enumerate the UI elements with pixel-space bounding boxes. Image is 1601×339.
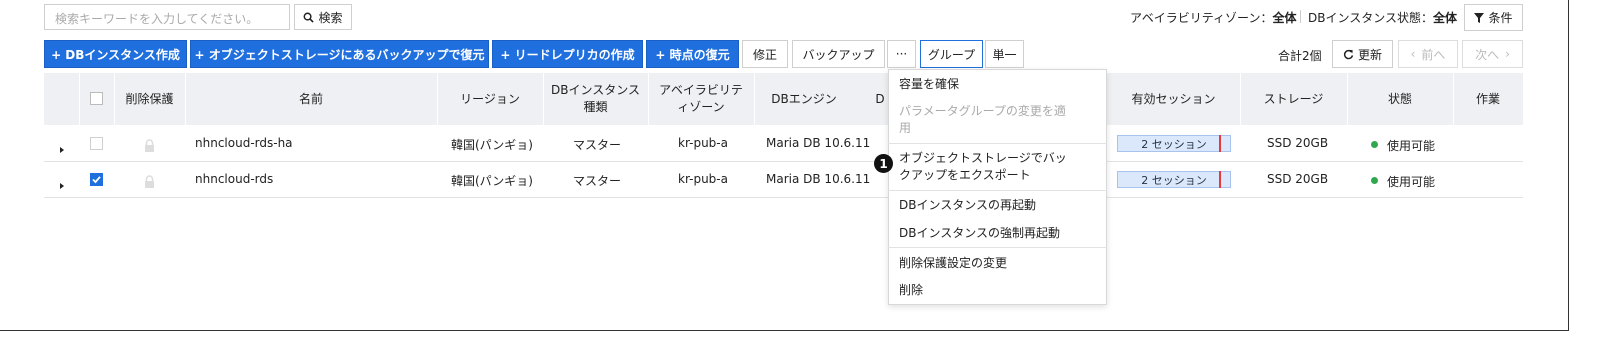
status-dot-icon bbox=[1371, 177, 1378, 184]
expand-row-icon[interactable] bbox=[58, 139, 66, 158]
menu-item-delete[interactable]: 削除 bbox=[899, 282, 923, 299]
search-button[interactable]: 検索 bbox=[294, 4, 352, 30]
menu-line: オブジェクトストレージでバッ bbox=[899, 151, 1067, 165]
prev-page-button[interactable]: ‹ 前へ bbox=[1398, 40, 1458, 68]
row-type: マスター bbox=[573, 174, 622, 188]
restore-from-storage-button[interactable]: + オブジェクトストレージにあるバックアップで復元 bbox=[190, 40, 489, 68]
filter-divider bbox=[1300, 10, 1301, 23]
lock-icon bbox=[144, 137, 155, 156]
header-name[interactable]: 名前 bbox=[185, 73, 437, 125]
row-az: kr-pub-a bbox=[678, 172, 728, 186]
condition-button[interactable]: 条件 bbox=[1464, 4, 1523, 31]
row-divider bbox=[44, 161, 1523, 162]
next-page-button[interactable]: 次へ › bbox=[1462, 40, 1523, 68]
header-instance-type[interactable]: DBインスタンス 種類 bbox=[543, 73, 648, 125]
header-db-engine[interactable]: DBエンジン bbox=[754, 73, 854, 125]
row-az: kr-pub-a bbox=[678, 136, 728, 150]
menu-item-apply-parameter-group[interactable]: パラメータグループの変更を適 用 bbox=[899, 103, 1066, 137]
row-sessions-bar: 2 セッション bbox=[1117, 135, 1231, 152]
modify-button[interactable]: 修正 bbox=[742, 40, 788, 68]
row-sessions-bar: 2 セッション bbox=[1117, 171, 1231, 188]
row-checkbox-checked[interactable] bbox=[90, 173, 103, 186]
row-region: 韓国(パンギョ) bbox=[451, 174, 533, 188]
refresh-button-label: 更新 bbox=[1357, 47, 1382, 62]
session-threshold-marker bbox=[1219, 135, 1221, 152]
more-button[interactable]: ··· bbox=[887, 40, 916, 68]
checkmark-icon bbox=[92, 176, 101, 184]
header-partial: D bbox=[875, 91, 885, 106]
header-region[interactable]: リージョン bbox=[437, 73, 543, 125]
row-divider bbox=[44, 197, 1523, 198]
state-filter: DBインスタンス状態：全体 bbox=[1308, 11, 1458, 25]
row-status: 使用可能 bbox=[1387, 139, 1436, 153]
menu-divider bbox=[888, 247, 1107, 248]
row-name[interactable]: nhncloud-rds bbox=[195, 172, 273, 186]
az-filter: アベイラビリティゾーン：全体 bbox=[1130, 11, 1297, 25]
menu-divider bbox=[888, 190, 1107, 191]
filter-icon bbox=[1474, 12, 1485, 23]
select-all-checkbox[interactable] bbox=[90, 92, 103, 105]
header-availability-zone[interactable]: アベイラビリテ ィゾーン bbox=[648, 73, 754, 125]
expand-row-icon[interactable] bbox=[58, 175, 66, 194]
refresh-button[interactable]: 更新 bbox=[1332, 40, 1393, 68]
chevron-left-icon: ‹ bbox=[1410, 47, 1416, 61]
search-input[interactable]: 検索キーワードを入力してください。 bbox=[44, 4, 290, 30]
create-instance-button[interactable]: + DBインスタンス作成 bbox=[44, 40, 187, 68]
prev-label: 前へ bbox=[1421, 47, 1446, 62]
row-engine: Maria DB 10.6.11 bbox=[766, 172, 871, 186]
refresh-icon bbox=[1343, 49, 1354, 59]
header-active-sessions[interactable]: 有効セッション bbox=[1107, 73, 1240, 125]
header-actions: 作業 bbox=[1475, 91, 1500, 106]
menu-item-export-backup[interactable]: オブジェクトストレージでバッ クアップをエクスポート bbox=[899, 150, 1067, 184]
point-in-time-restore-button[interactable]: + 時点の復元 bbox=[646, 40, 739, 68]
search-button-label: 検索 bbox=[318, 10, 343, 25]
search-icon bbox=[304, 12, 315, 23]
header-delete-protection[interactable]: 削除保護 bbox=[114, 73, 185, 125]
header-storage[interactable]: ストレージ bbox=[1240, 73, 1347, 125]
menu-line: クアップをエクスポート bbox=[899, 168, 1031, 182]
row-storage: SSD 20GB bbox=[1267, 172, 1329, 186]
condition-button-label: 条件 bbox=[1488, 11, 1513, 25]
status-dot-icon bbox=[1371, 141, 1378, 148]
menu-divider bbox=[888, 143, 1107, 144]
create-read-replica-button[interactable]: + リードレプリカの作成 bbox=[492, 40, 643, 68]
session-threshold-marker bbox=[1219, 171, 1221, 188]
lock-icon bbox=[144, 173, 155, 192]
menu-item-restart-instance[interactable]: DBインスタンスの再起動 bbox=[899, 197, 1036, 214]
row-type: マスター bbox=[573, 138, 622, 152]
menu-line: 用 bbox=[899, 121, 912, 135]
row-storage: SSD 20GB bbox=[1267, 136, 1329, 150]
menu-line: パラメータグループの変更を適 bbox=[899, 104, 1066, 118]
single-view-button[interactable]: 単一 bbox=[985, 40, 1024, 68]
row-status: 使用可能 bbox=[1387, 175, 1436, 189]
next-label: 次へ bbox=[1475, 47, 1500, 62]
row-checkbox[interactable] bbox=[90, 137, 103, 150]
menu-item-reserve-capacity[interactable]: 容量を確保 bbox=[899, 76, 959, 93]
total-count: 合計2個 bbox=[1278, 49, 1322, 63]
step-badge: 1 bbox=[874, 154, 893, 173]
row-region: 韓国(パンギョ) bbox=[451, 138, 533, 152]
menu-item-change-delete-protection[interactable]: 削除保護設定の変更 bbox=[899, 255, 1007, 272]
chevron-right-icon: › bbox=[1505, 47, 1510, 61]
menu-item-force-restart-instance[interactable]: DBインスタンスの強制再起動 bbox=[899, 225, 1060, 242]
backup-button[interactable]: バックアップ bbox=[792, 40, 885, 68]
row-name[interactable]: nhncloud-rds-ha bbox=[195, 136, 293, 150]
group-view-button[interactable]: グループ bbox=[920, 40, 983, 68]
row-engine: Maria DB 10.6.11 bbox=[766, 136, 871, 150]
header-status[interactable]: 状態 bbox=[1347, 73, 1453, 125]
column-divider bbox=[79, 73, 80, 125]
